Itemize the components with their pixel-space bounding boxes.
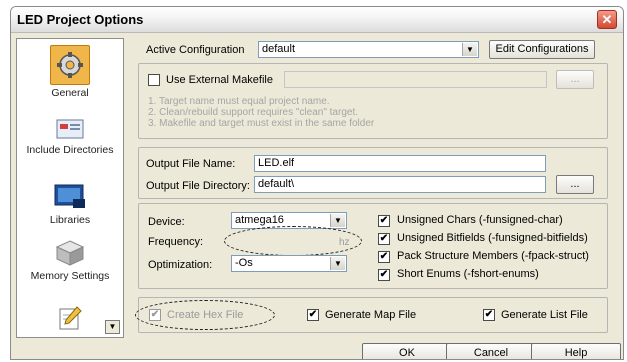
makefile-note-1: 1. Target name must equal project name. — [148, 96, 330, 107]
unsigned-bitfields-label: Unsigned Bitfields (-funsigned-bitfields… — [397, 232, 588, 244]
unsigned-chars-checkbox[interactable]: ✔ — [378, 215, 390, 227]
window-title: LED Project Options — [17, 12, 144, 27]
edit-configurations-button[interactable]: Edit Configurations — [489, 40, 595, 59]
output-file-directory-field[interactable]: default\ — [254, 176, 546, 193]
generate-map-file-checkbox[interactable]: ✔ — [307, 309, 319, 321]
selected-highlight — [50, 45, 90, 85]
help-button[interactable]: Help — [531, 343, 621, 359]
active-configuration-select[interactable]: default ▼ — [258, 41, 479, 58]
title-bar: LED Project Options ✕ — [11, 7, 623, 33]
ok-button[interactable]: OK — [362, 343, 452, 359]
close-button[interactable]: ✕ — [597, 10, 617, 29]
sidebar-item-include-directories[interactable]: Include Directories — [17, 115, 123, 156]
active-configuration-value: default — [262, 43, 296, 55]
sidebar-item-label: General — [51, 87, 89, 99]
unsigned-bitfields-checkbox[interactable]: ✔ — [378, 233, 390, 245]
create-hex-file-label: Create Hex File — [167, 309, 244, 321]
sidebar-item-label: Memory Settings — [30, 270, 110, 282]
books-icon — [54, 184, 85, 208]
output-file-name-label: Output File Name: — [146, 158, 236, 170]
chevron-down-icon: ▼ — [462, 43, 477, 56]
short-enums-checkbox[interactable]: ✔ — [378, 269, 390, 281]
sidebar-scroll-down-button[interactable]: ▼ — [105, 320, 120, 334]
folder-icon — [56, 119, 84, 139]
output-file-directory-label: Output File Directory: — [146, 180, 250, 192]
makefile-browse-button: ... — [556, 70, 594, 89]
device-value: atmega16 — [235, 214, 284, 226]
frequency-highlight-ellipse — [224, 226, 362, 256]
project-options-dialog: LED Project Options ✕ General Include Di… — [10, 6, 624, 360]
create-hex-file-checkbox[interactable]: ✔ — [149, 309, 161, 321]
generate-list-file-label: Generate List File — [501, 309, 588, 321]
chevron-down-icon: ▼ — [330, 257, 345, 270]
cubes-icon — [55, 240, 85, 266]
pencil-notepad-icon — [59, 306, 82, 330]
cancel-button[interactable]: Cancel — [446, 343, 536, 359]
pack-structure-checkbox[interactable]: ✔ — [378, 251, 390, 263]
sidebar-item-label: Include Directories — [26, 144, 114, 156]
use-external-makefile-label: Use External Makefile — [166, 74, 273, 86]
sidebar-item-label: Libraries — [49, 214, 91, 226]
optimization-select[interactable]: -Os ▼ — [231, 255, 347, 272]
frequency-label: Frequency: — [148, 236, 204, 248]
unsigned-chars-label: Unsigned Chars (-funsigned-char) — [397, 214, 563, 226]
pack-structure-label: Pack Structure Members (-fpack-struct) — [397, 250, 589, 262]
makefile-path-field — [284, 71, 547, 88]
use-external-makefile-checkbox[interactable] — [148, 74, 160, 86]
sidebar-item-memory-settings[interactable]: Memory Settings — [17, 239, 123, 282]
sidebar-item-general[interactable]: General — [17, 45, 123, 99]
output-directory-browse-button[interactable]: ... — [556, 175, 594, 194]
makefile-note-2: 2. Clean/rebuild support requires "clean… — [148, 107, 358, 118]
options-sidebar: General Include Directories Libraries Me… — [16, 38, 124, 338]
gears-icon — [57, 52, 83, 78]
device-label: Device: — [148, 216, 185, 228]
makefile-note-3: 3. Makefile and target must exist in the… — [148, 118, 375, 129]
optimization-value: -Os — [235, 257, 253, 269]
active-configuration-label: Active Configuration — [146, 44, 245, 56]
optimization-label: Optimization: — [148, 259, 213, 271]
sidebar-item-libraries[interactable]: Libraries — [17, 181, 123, 226]
short-enums-label: Short Enums (-fshort-enums) — [397, 268, 539, 280]
generate-map-file-label: Generate Map File — [325, 309, 417, 321]
output-file-name-field[interactable]: LED.elf — [254, 155, 546, 172]
generate-list-file-checkbox[interactable]: ✔ — [483, 309, 495, 321]
chevron-down-icon: ▼ — [330, 214, 345, 227]
